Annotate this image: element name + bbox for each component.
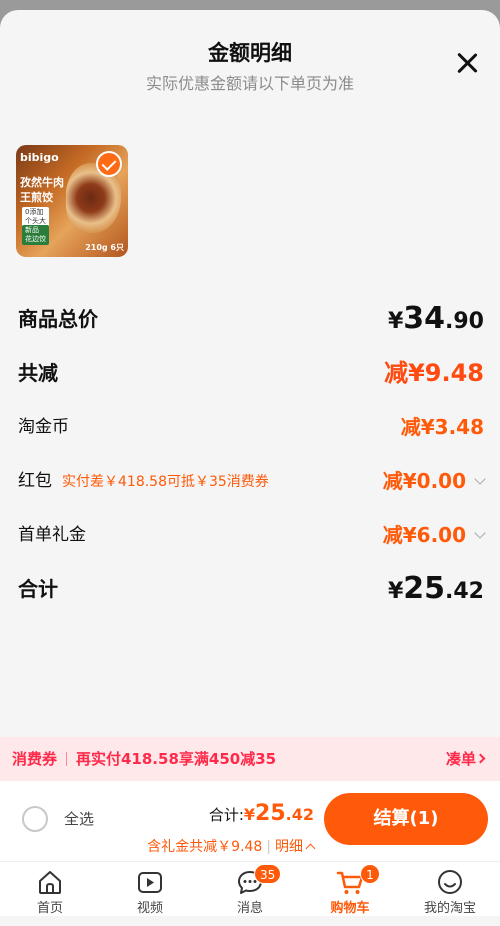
discount-row: 共减 减¥9.48 — [18, 353, 484, 393]
selected-check-icon[interactable] — [96, 151, 122, 177]
redpacket-hint: 实付差￥418.58可抵￥35消费券 — [62, 474, 269, 490]
select-all-label[interactable]: 全选 — [64, 808, 94, 829]
checkout-bar: 全选 合计:¥25.42 含礼金共减￥9.48 | 明细 结算(1) — [0, 781, 500, 861]
savings-details-toggle[interactable]: 含礼金共减￥9.48 | 明细 — [147, 836, 316, 856]
brand-logo: bibigo — [20, 151, 59, 164]
redpacket-value[interactable]: 减¥0.00 — [383, 461, 486, 503]
total-value: ¥25.42 — [387, 571, 484, 606]
bottom-tab-bar: 首页 视频 35 消息 1 购物车 我的淘宝 — [0, 861, 500, 916]
coins-value: 减¥3.48 — [400, 415, 484, 439]
video-icon — [138, 872, 162, 893]
coins-label: 淘金币 — [18, 417, 69, 437]
checkout-button[interactable]: 结算(1) — [324, 793, 488, 845]
total-label: 合计 — [18, 577, 58, 601]
chevron-right-icon — [475, 753, 486, 764]
profile-icon — [438, 870, 462, 894]
savings-text: 含礼金共减￥9.48 — [147, 839, 263, 855]
sheet-header: 金额明细 实际优惠金额请以下单页为准 — [0, 10, 500, 110]
discount-value: 减¥9.48 — [384, 359, 484, 387]
discount-label: 共减 — [18, 361, 58, 385]
home-icon — [39, 871, 61, 894]
chevron-up-icon — [305, 843, 316, 854]
details-link[interactable]: 明细 — [275, 839, 303, 855]
tab-my-taobao[interactable]: 我的淘宝 — [400, 862, 500, 917]
subtotal-row: 商品总价 ¥34.90 — [18, 299, 484, 339]
coupon-promo-bar[interactable]: 消费券 再实付418.58享满450减35 凑单 — [0, 737, 500, 781]
total-row: 合计 ¥25.42 — [18, 569, 484, 609]
sheet-subtitle: 实际优惠金额请以下单页为准 — [145, 74, 354, 93]
sheet-title: 金额明细 — [208, 41, 292, 65]
subtotal-value: ¥34.90 — [387, 301, 484, 336]
product-tag: 新品 花边饺 — [22, 225, 49, 245]
redpacket-row[interactable]: 红包 实付差￥418.58可抵￥35消费券 减¥0.00 — [18, 461, 486, 503]
tab-messages[interactable]: 35 消息 — [200, 862, 300, 917]
coupon-tag: 消费券 — [12, 750, 58, 768]
first-order-label: 首单礼金 — [18, 525, 86, 545]
cart-badge: 1 — [360, 864, 380, 884]
chevron-down-icon — [474, 473, 486, 485]
select-all-radio[interactable] — [22, 806, 48, 832]
chevron-down-icon — [474, 527, 486, 539]
message-badge: 35 — [254, 864, 282, 884]
first-order-row[interactable]: 首单礼金 减¥6.00 — [18, 515, 486, 557]
divider — [66, 752, 67, 766]
first-order-value[interactable]: 减¥6.00 — [383, 515, 486, 557]
redpacket-label: 红包 实付差￥418.58可抵￥35消费券 — [18, 471, 269, 491]
tab-cart[interactable]: 1 购物车 — [300, 862, 400, 917]
close-icon[interactable] — [454, 50, 480, 76]
subtotal-label: 商品总价 — [18, 307, 98, 331]
add-items-link[interactable]: 凑单 — [446, 737, 476, 781]
product-tag: 0添加 个头大 — [22, 207, 49, 227]
checkout-total: 合计:¥25.42 — [208, 801, 314, 826]
tab-video[interactable]: 视频 — [100, 862, 200, 917]
coins-row: 淘金币 减¥3.48 — [18, 407, 484, 447]
tab-home[interactable]: 首页 — [0, 862, 100, 917]
product-weight: 210g 6只 — [85, 243, 124, 252]
product-name: 孜然牛肉 王煎饺 — [20, 176, 64, 204]
product-thumbnail[interactable]: bibigo 孜然牛肉 王煎饺 0添加 个头大 新品 花边饺 210g 6只 — [16, 145, 128, 257]
coupon-text: 再实付418.58享满450减35 — [76, 750, 277, 768]
